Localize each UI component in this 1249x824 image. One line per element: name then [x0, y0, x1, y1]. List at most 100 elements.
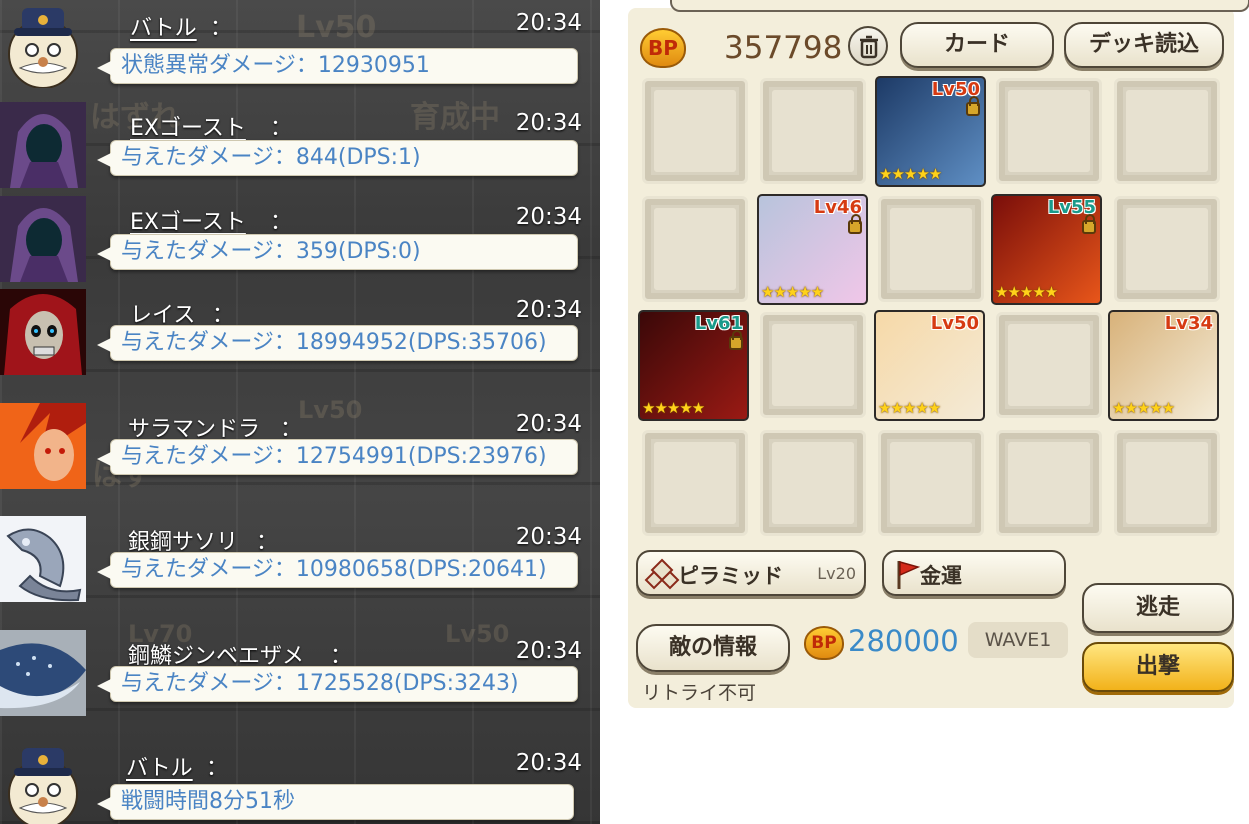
message-time: 20:34: [515, 204, 582, 230]
message-time: 20:34: [515, 10, 582, 36]
card-rarity-stars: ★★★★★: [761, 283, 824, 301]
chat-message: EXゴースト ： 20:34 与えたダメージ：844(DPS:1): [0, 102, 600, 192]
message-time: 20:34: [515, 297, 582, 323]
deck-slot-empty[interactable]: [760, 78, 866, 184]
deck-slot-empty[interactable]: [1114, 196, 1220, 302]
mascot-avatar-icon: [8, 748, 78, 824]
message-bubble: 与えたダメージ：844(DPS:1): [97, 140, 578, 176]
avatar-salamandra[interactable]: [0, 403, 86, 489]
bp-icon: BP: [804, 626, 844, 660]
battle-chat-log[interactable]: Lv50 はずれ 育成中 はず Lv50 Lv70 Lv50 バトル ： 20:…: [0, 0, 600, 824]
message-bubble: 与えたダメージ：18994952(DPS:35706): [97, 325, 578, 361]
escape-button[interactable]: 逃走: [1082, 583, 1234, 633]
skill-gold-luck-button[interactable]: 金運: [882, 550, 1066, 596]
deck-card-silver-scorpion[interactable]: Lv46 ★★★★★: [757, 194, 868, 305]
deck-card-wraith[interactable]: Lv61 ★★★★★: [638, 310, 749, 421]
card-rarity-stars: ★★★★★: [879, 165, 942, 183]
chat-message: バトル ： 20:34 戦闘時間8分51秒: [0, 742, 600, 824]
chat-message: サラマンドラ ： 20:34 与えたダメージ：12754991(DPS:2397…: [0, 403, 600, 511]
deck-slot-empty[interactable]: [642, 430, 748, 536]
card-rarity-stars: ★★★★★: [642, 399, 705, 417]
message-time: 20:34: [515, 110, 582, 136]
card-rarity-stars: ★★★★★: [878, 399, 941, 417]
lock-icon: [966, 96, 980, 116]
chat-message: 鋼鱗ジンベエザメ ： 20:34 与えたダメージ：1725528(DPS:324…: [0, 630, 600, 738]
card-level: Lv50: [930, 313, 979, 334]
chat-message: レイス ： 20:34 与えたダメージ：18994952(DPS:35706): [0, 289, 600, 397]
mascot-avatar-icon: [8, 8, 78, 88]
card-button[interactable]: カード: [900, 22, 1054, 68]
bp-icon: BP: [640, 28, 686, 68]
deck-slot-empty[interactable]: [878, 196, 984, 302]
avatar-silver-scorpion[interactable]: [0, 516, 86, 602]
avatar-battle-mascot[interactable]: [0, 742, 86, 824]
sender-name[interactable]: バトル: [130, 10, 197, 42]
message-bubble: 与えたダメージ：359(DPS:0): [97, 234, 578, 270]
attack-button[interactable]: 出撃: [1082, 642, 1234, 692]
chat-message: 銀鋼サソリ ： 20:34 与えたダメージ：10980658(DPS:20641…: [0, 516, 600, 624]
skill-name: 金運: [920, 564, 962, 588]
message-time: 20:34: [515, 411, 582, 437]
message-bubble: 戦闘時間8分51秒: [97, 784, 574, 820]
sender-name[interactable]: バトル: [126, 750, 193, 782]
deck-card-blond-knight[interactable]: Lv34 ★★★★★: [1108, 310, 1219, 421]
deck-slot-empty[interactable]: [760, 430, 866, 536]
wave-indicator: WAVE1: [968, 622, 1068, 658]
message-bubble: 与えたダメージ：12754991(DPS:23976): [97, 439, 578, 475]
deck-card-fairy-girl[interactable]: Lv50 ★★★★★: [874, 310, 985, 421]
card-level: Lv34: [1164, 313, 1213, 334]
deck-slot-empty[interactable]: [996, 312, 1102, 418]
message-bubble: 状態異常ダメージ：12930951: [97, 48, 578, 84]
avatar-ex-ghost[interactable]: [0, 102, 86, 188]
trash-button[interactable]: [848, 26, 888, 66]
retry-disabled-label: リトライ不可: [642, 682, 757, 704]
pyramid-icon: [644, 558, 680, 590]
name-separator: ：: [210, 16, 233, 41]
deck-card-whale-shark[interactable]: Lv50 ★★★★★: [875, 76, 986, 187]
message-time: 20:34: [515, 524, 582, 550]
bp-value: 357798: [724, 30, 843, 66]
card-rarity-stars: ★★★★★: [995, 283, 1058, 301]
skill-pyramid-button[interactable]: ピラミッド Lv20: [636, 550, 866, 596]
lock-icon: [729, 330, 743, 350]
deck-slot-empty[interactable]: [878, 430, 984, 536]
name-separator: ：: [270, 210, 293, 235]
panel-top-tab: [670, 0, 1249, 12]
sender-name[interactable]: EXゴースト: [130, 204, 246, 236]
ghost-avatar-icon: [0, 196, 86, 282]
deck-screen: BP 357798 カード デッキ読込 Lv50 ★★★★★ Lv46 ★★★★…: [600, 0, 1249, 824]
wraith-avatar-icon: [0, 289, 86, 375]
chat-message: EXゴースト ： 20:34 与えたダメージ：359(DPS:0): [0, 196, 600, 286]
scorpion-avatar-icon: [0, 516, 86, 602]
deck-slot-empty[interactable]: [642, 78, 748, 184]
name-separator: ：: [206, 756, 229, 781]
deck-slot-empty[interactable]: [760, 312, 866, 418]
chat-message: バトル ： 20:34 状態異常ダメージ：12930951: [0, 2, 600, 94]
deck-card-salamandra[interactable]: Lv55 ★★★★★: [991, 194, 1102, 305]
card-rarity-stars: ★★★★★: [1112, 399, 1175, 417]
message-bubble: 与えたダメージ：10980658(DPS:20641): [97, 552, 578, 588]
deck-slot-empty[interactable]: [996, 78, 1102, 184]
required-bp-value: 280000: [848, 624, 959, 658]
avatar-wraith[interactable]: [0, 289, 86, 375]
skill-name: ピラミッド: [678, 564, 783, 588]
avatar-ex-ghost[interactable]: [0, 196, 86, 282]
salamandra-avatar-icon: [0, 403, 86, 489]
deck-slot-empty[interactable]: [996, 430, 1102, 536]
skill-level: Lv20: [817, 564, 856, 583]
avatar-battle-mascot[interactable]: [0, 2, 86, 88]
avatar-whale-shark[interactable]: [0, 630, 86, 716]
lock-icon: [848, 214, 862, 234]
deck-slot-empty[interactable]: [642, 196, 748, 302]
deck-slot-empty[interactable]: [1114, 430, 1220, 536]
message-bubble: 与えたダメージ：1725528(DPS:3243): [97, 666, 578, 702]
enemy-info-button[interactable]: 敵の情報: [636, 624, 790, 672]
sender-name[interactable]: EXゴースト: [130, 110, 246, 142]
ghost-avatar-icon: [0, 102, 86, 188]
name-separator: ：: [270, 116, 293, 141]
whale-shark-avatar-icon: [0, 630, 86, 716]
deck-slot-empty[interactable]: [1114, 78, 1220, 184]
lock-icon: [1082, 214, 1096, 234]
deck-load-button[interactable]: デッキ読込: [1064, 22, 1224, 68]
trash-icon: [860, 35, 878, 59]
